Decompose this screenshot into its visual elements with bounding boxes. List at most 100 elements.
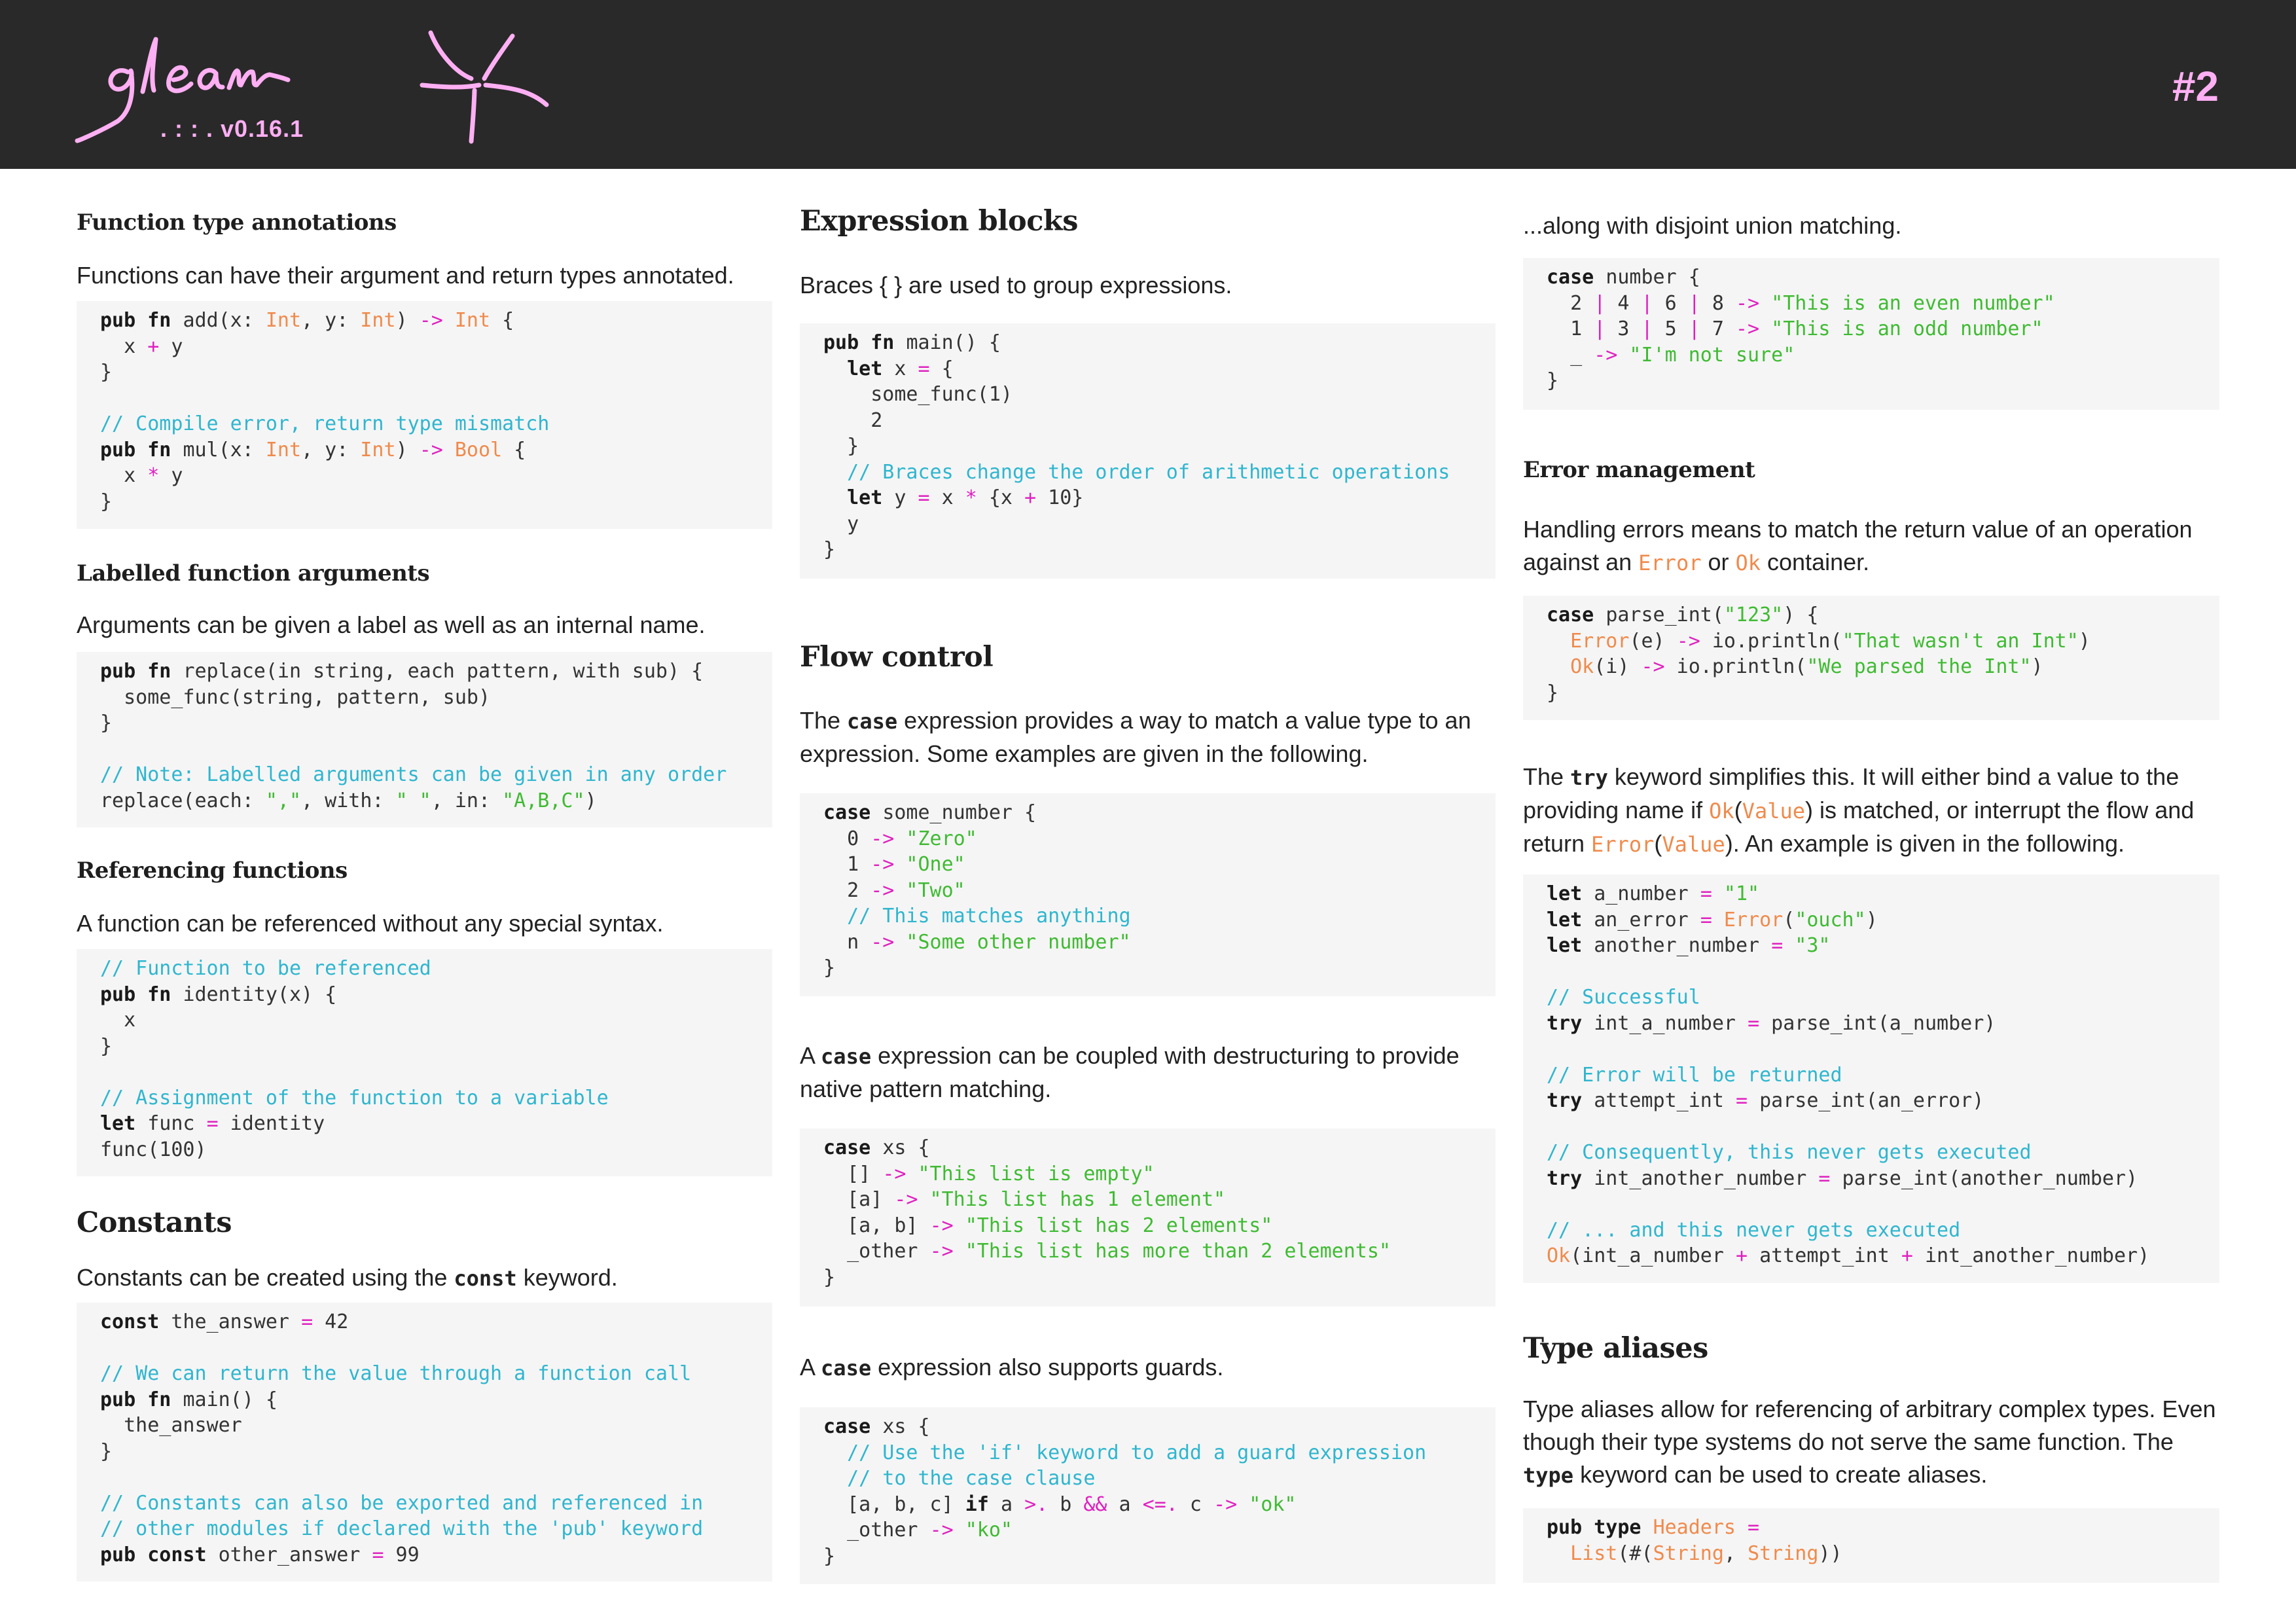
section-title: Error management (1523, 457, 1755, 483)
code-token: int_a_number (1594, 1011, 1748, 1035)
code-token: "This list has 1 element" (918, 1188, 1226, 1211)
section-text: Arguments can be given a label as well a… (77, 611, 706, 638)
code-token: -> (1736, 291, 1760, 315)
code-block: case xs { [] -> "This list is empty" [a]… (800, 1128, 1496, 1307)
code-token: "One" (894, 853, 965, 876)
code-token: -> (1736, 317, 1760, 340)
code-token: 4 (1605, 291, 1641, 315)
code-token: pub fn (100, 438, 183, 461)
code-token: let (847, 486, 895, 509)
code-token: // other modules if declared with the 'p… (100, 1517, 704, 1540)
code-token: int_another_number) (1912, 1244, 2150, 1267)
code-token: { (929, 357, 954, 380)
code-token: "This list is empty" (906, 1162, 1155, 1185)
code-token: parse_int(another_number) (1830, 1166, 2138, 1190)
code-token: _other (823, 1519, 930, 1542)
code-block: case parse_int("123") { Error(e) -> io.p… (1523, 596, 2219, 720)
code-token: y (159, 334, 183, 358)
code-token: {x (977, 486, 1025, 509)
code-token: const (100, 1310, 171, 1333)
code-token: -> (870, 853, 895, 876)
code-token: = (1736, 1516, 1760, 1539)
code-token: // Braces change the order of arithmetic… (847, 460, 1450, 484)
code-token: parse_int(a_number) (1759, 1011, 1996, 1035)
code-token: try (1547, 1011, 1594, 1035)
version-label: . : : . v0.16.1 (160, 115, 304, 142)
code-token: pub fn (100, 660, 183, 683)
code-token: mul(x: (183, 438, 266, 461)
code-token: | (1594, 317, 1606, 340)
code-token: | (1688, 291, 1700, 315)
code-token: | (1641, 317, 1653, 340)
code-token: a (1107, 1492, 1143, 1516)
code-token: } (823, 1544, 836, 1568)
code-token: "Zero" (894, 827, 977, 850)
code-token: attempt_int (1748, 1244, 1901, 1267)
code-token: parse_int(an_error) (1748, 1089, 1984, 1112)
code-token: 99 (384, 1543, 420, 1566)
code-token: + (1736, 1244, 1748, 1267)
code-token: ) { (1783, 604, 1819, 626)
code-token: = (206, 1112, 219, 1135)
code-token: y (823, 512, 859, 535)
code-token: replace(in string, each pattern, with su… (183, 660, 704, 683)
code-token: 2 (1547, 291, 1594, 315)
code-token: [a] (823, 1188, 895, 1211)
code-token: "This list has more than 2 elements" (953, 1240, 1391, 1263)
code-token: | (1688, 317, 1700, 340)
code-token: // This matches anything (847, 905, 1131, 928)
code-token: Error (1712, 908, 1784, 931)
column-1: Function type annotations Functions can … (77, 169, 772, 1624)
code-token: ) (584, 789, 597, 812)
code-token: List (1570, 1542, 1618, 1565)
code-token: "A,B,C" (502, 789, 585, 812)
code-token: case (823, 1415, 883, 1438)
code-token: "This list has 2 elements" (953, 1214, 1273, 1237)
code-token: int_another_number (1594, 1166, 1819, 1190)
code-token: * (965, 486, 977, 509)
section-text: ...along with disjoint union matching. (1523, 212, 1902, 239)
code-token: "That wasn't an Int" (1842, 629, 2079, 653)
code-token: the_answer (171, 1310, 302, 1333)
section-title: Constants (77, 1206, 232, 1239)
code-token: xs { (882, 1136, 930, 1159)
code-block: case some_number { 0 -> "Zero" 1 -> "One… (800, 793, 1496, 996)
code-token: [a, b, c] (823, 1492, 965, 1516)
code-token: -> (870, 827, 895, 850)
section-text: Type aliases allow for referencing of ar… (1523, 1396, 2216, 1488)
code-token: (i) (1594, 655, 1641, 678)
gleam-logo (75, 30, 549, 144)
code-token: 2 (823, 408, 883, 432)
code-token: } (823, 435, 859, 458)
code-token: = (918, 486, 930, 509)
code-token: Headers (1653, 1516, 1736, 1539)
code-token: } (1547, 369, 1559, 392)
code-token: = (1700, 908, 1712, 931)
code-token: = (1700, 882, 1712, 905)
code-token: another_number (1594, 934, 1772, 957)
code-token: Ok (1570, 655, 1594, 678)
code-token: "3" (1783, 934, 1831, 957)
code-token: "123" (1723, 604, 1784, 626)
code-token: replace(each: (100, 789, 266, 812)
code-block: pub fn add(x: Int, y: Int) -> Int { x + … (77, 301, 772, 529)
code-token: { (502, 438, 526, 461)
code-token: a (1000, 1492, 1025, 1516)
code-token: } (100, 712, 113, 734)
code-token: case (823, 801, 883, 824)
section-title: Expression blocks (800, 205, 1078, 238)
code-token: "Some other number" (894, 930, 1131, 954)
code-token: -> (929, 1519, 954, 1542)
section-text: The case expression provides a way to ma… (800, 707, 1471, 767)
code-token: "This is an even number" (1759, 291, 2055, 315)
code-token: Bool (442, 438, 503, 461)
code-token: , y: (301, 309, 361, 332)
code-token: + (1901, 1244, 1913, 1267)
code-token: let (100, 1112, 148, 1135)
code-token: (int_a_number (1570, 1244, 1736, 1267)
code-block: case xs { // Use the 'if' keyword to add… (800, 1407, 1496, 1584)
